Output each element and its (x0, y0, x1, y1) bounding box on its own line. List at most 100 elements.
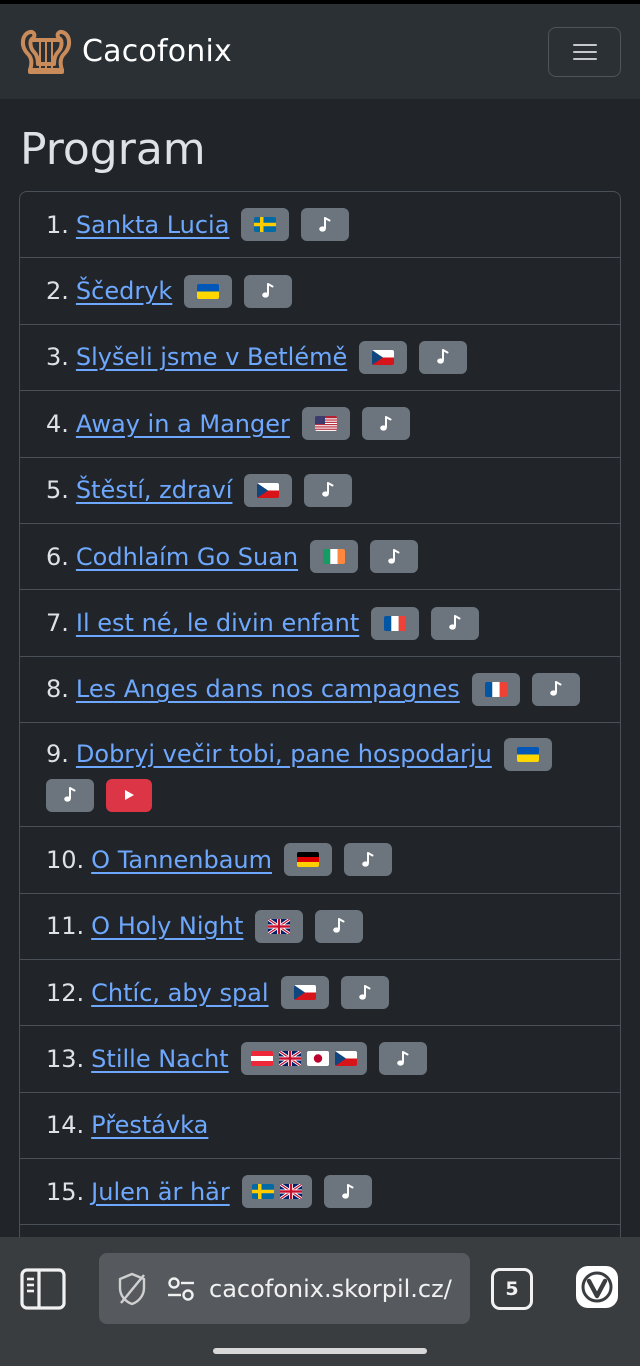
song-link[interactable]: O Holy Night (91, 912, 243, 940)
language-flags-badge (503, 737, 552, 771)
song-link[interactable]: Les Anges dans nos campagnes (76, 675, 460, 703)
language-flags-badge (240, 1042, 367, 1076)
flag-fr-icon (384, 615, 407, 631)
song-link[interactable]: Codhlaím Go Suan (76, 543, 298, 571)
tracker-shield-off-icon[interactable] (117, 1272, 147, 1306)
music-note-icon (362, 851, 374, 867)
audio-button[interactable] (244, 274, 293, 308)
item-number: 2. (46, 277, 69, 306)
program-item: 4. Away in a Manger (20, 391, 620, 458)
item-number: 8. (46, 675, 69, 704)
flag-se-icon (251, 1184, 274, 1200)
song-link[interactable]: Přestávka (91, 1111, 208, 1139)
item-number: 1. (46, 210, 69, 239)
flag-gb-icon (268, 918, 291, 934)
program-item: 8. Les Anges dans nos campagnes (20, 657, 620, 724)
audio-button[interactable] (46, 778, 94, 812)
audio-button[interactable] (370, 540, 419, 574)
audio-button[interactable] (378, 1042, 427, 1076)
song-link[interactable]: Slyšeli jsme v Betlémě (76, 343, 347, 371)
language-flags-badge (359, 340, 408, 374)
item-number: 7. (46, 609, 69, 638)
song-link[interactable]: O Tannenbaum (91, 846, 272, 874)
program-item: 5. Štěstí, zdraví (20, 458, 620, 524)
program-item: 9. Dobryj večir tobi, pane hospodarju (20, 723, 620, 828)
flag-gb-icon (279, 1184, 302, 1200)
song-link[interactable]: Julen är här (91, 1178, 230, 1206)
program-item: 10. O Tannenbaum (20, 827, 620, 894)
flag-cz-icon (334, 1051, 357, 1067)
language-flags-badge (255, 909, 304, 943)
music-note-icon (358, 984, 371, 1000)
browser-toolbar: cacofonix.skorpil.cz/ 5 (0, 1237, 640, 1366)
language-flags-badge (310, 540, 359, 574)
language-flags-badge (471, 672, 520, 706)
song-link[interactable]: Sankta Lucia (76, 211, 230, 239)
music-note-icon (341, 1183, 354, 1199)
flag-ua-icon (197, 283, 220, 299)
song-link[interactable]: Dobryj večir tobi, pane hospodarju (76, 740, 492, 768)
brand[interactable]: Cacofonix (18, 24, 232, 80)
music-note-icon (437, 349, 449, 365)
tab-count: 5 (505, 1278, 519, 1300)
item-number: 15. (46, 1177, 85, 1206)
language-flags-badge (184, 274, 233, 308)
song-link[interactable]: Il est né, le divin enfant (76, 609, 359, 637)
item-number: 13. (46, 1044, 85, 1073)
vivaldi-menu-icon[interactable] (575, 1265, 619, 1309)
audio-button[interactable] (419, 340, 468, 374)
flag-at-icon (250, 1051, 273, 1067)
video-button[interactable] (106, 778, 152, 812)
item-number: 3. (46, 343, 69, 372)
flag-cz-icon (372, 349, 395, 365)
menu-toggle-button[interactable] (548, 27, 621, 77)
song-link[interactable]: Štěstí, zdraví (76, 476, 233, 504)
audio-button[interactable] (344, 843, 393, 877)
item-number: 10. (46, 845, 85, 874)
flag-ua-icon (516, 746, 539, 762)
program-item: 7. Il est né, le divin enfant (20, 590, 620, 657)
program-item: 2. Ščedryk (20, 258, 620, 325)
item-number: 11. (46, 912, 85, 941)
music-note-icon (388, 548, 400, 564)
flag-jp-icon (306, 1051, 329, 1067)
panel-toggle-icon[interactable] (20, 1268, 66, 1310)
audio-button[interactable] (304, 473, 353, 507)
song-link[interactable]: Chtíc, aby spal (91, 979, 268, 1007)
tab-switcher-button[interactable]: 5 (491, 1268, 533, 1310)
item-number: 6. (46, 542, 69, 571)
item-number: 9. (46, 740, 69, 769)
flag-se-icon (254, 217, 277, 233)
audio-button[interactable] (531, 672, 580, 706)
url-text: cacofonix.skorpil.cz/ (209, 1274, 452, 1303)
music-note-icon (319, 216, 331, 232)
audio-button[interactable] (431, 606, 480, 640)
flag-fr-icon (484, 681, 507, 697)
song-link[interactable]: Ščedryk (76, 277, 172, 305)
audio-button[interactable] (340, 976, 389, 1010)
program-item: 1. Sankta Lucia (20, 192, 620, 259)
song-link[interactable]: Away in a Manger (76, 410, 290, 438)
site-settings-icon[interactable] (167, 1276, 195, 1302)
language-flags-badge (284, 843, 333, 877)
flag-cz-icon (293, 985, 316, 1001)
audio-button[interactable] (361, 407, 410, 441)
language-flags-badge (301, 407, 350, 441)
navbar: Cacofonix (0, 4, 640, 99)
flag-ie-icon (323, 549, 346, 565)
song-link[interactable]: Stille Nacht (91, 1045, 229, 1073)
program-item: 13. Stille Nacht (20, 1026, 620, 1093)
audio-button[interactable] (301, 208, 350, 242)
language-flags-badge (241, 1175, 312, 1209)
flag-gb-icon (278, 1051, 301, 1067)
item-number: 5. (46, 476, 69, 505)
address-bar[interactable]: cacofonix.skorpil.cz/ (99, 1253, 470, 1324)
program-item: 3. Slyšeli jsme v Betlémě (20, 325, 620, 392)
brand-name: Cacofonix (82, 34, 232, 69)
home-indicator[interactable] (213, 1348, 427, 1354)
language-flags-badge (244, 473, 293, 507)
page-title: Program (20, 124, 206, 175)
item-number: 14. (46, 1111, 85, 1140)
audio-button[interactable] (323, 1175, 372, 1209)
audio-button[interactable] (315, 909, 364, 943)
